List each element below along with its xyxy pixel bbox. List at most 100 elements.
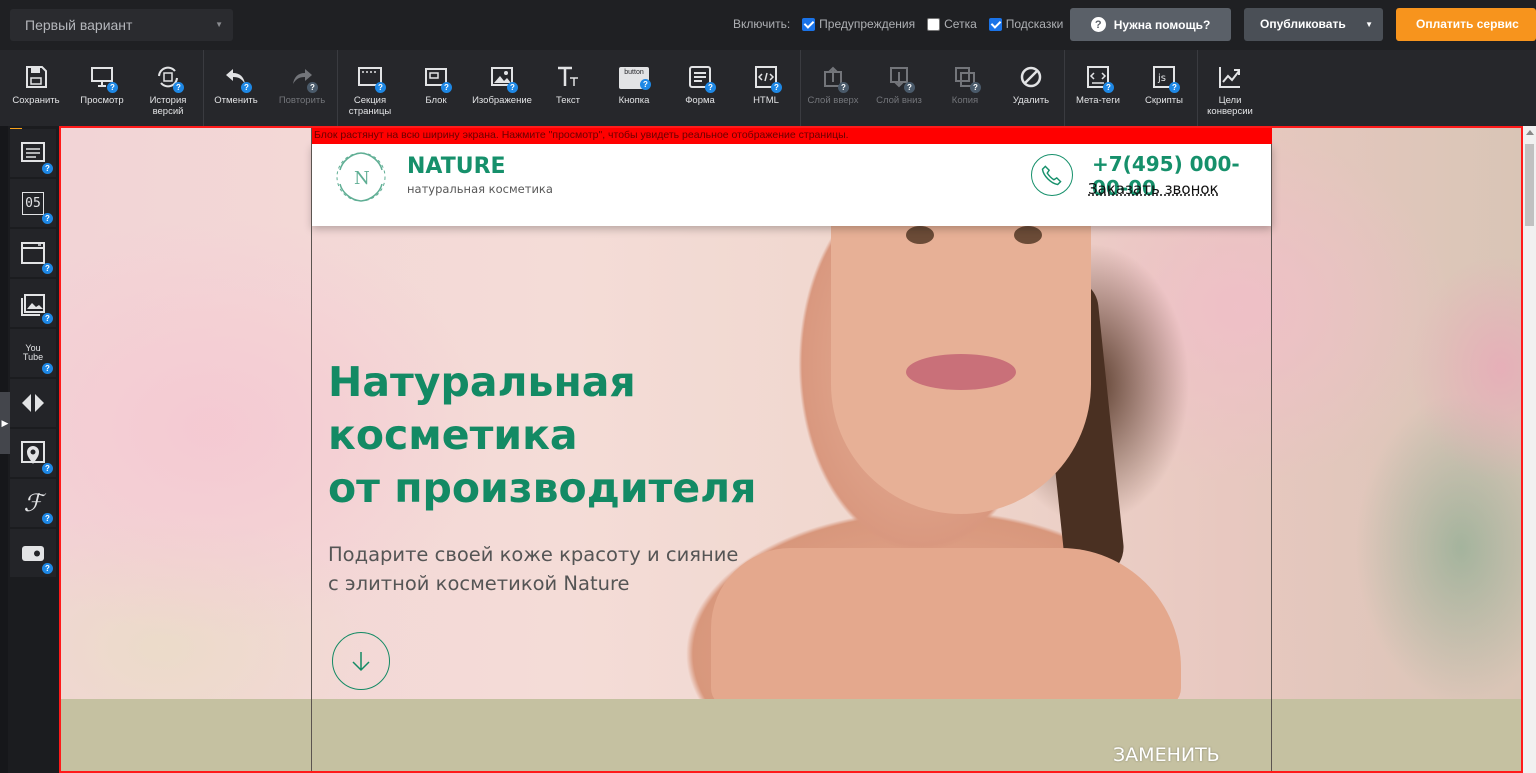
image-label: Изображение xyxy=(472,95,532,106)
help-badge: ? xyxy=(42,263,53,274)
warnings-checkbox[interactable] xyxy=(802,17,816,31)
conversion-icon xyxy=(1216,64,1244,92)
callback-link[interactable]: Заказать звонок xyxy=(1088,180,1219,198)
text-icon xyxy=(554,64,582,92)
html-button[interactable]: ? HTML xyxy=(734,64,798,124)
sidebar-item-timer[interactable]: 05 ? xyxy=(10,179,56,227)
sidebar-item-popup[interactable]: ? xyxy=(10,229,56,277)
text-button[interactable]: Текст xyxy=(536,64,600,124)
warnings-label[interactable]: Предупреждения xyxy=(819,17,915,31)
sidebar-item-video[interactable]: You Tube ? xyxy=(10,329,56,377)
widget-icon xyxy=(22,546,44,561)
meta-tags-label: Мета-теги xyxy=(1076,95,1120,106)
preview-label: Просмотр xyxy=(80,95,124,106)
pay-button[interactable]: Оплатить сервис xyxy=(1396,8,1536,41)
logo-wreath-icon: N xyxy=(336,152,386,202)
hero-subtitle[interactable]: Подарите своей коже красоту и сияние с э… xyxy=(328,540,738,598)
section-button[interactable]: ? Секция страницы xyxy=(338,64,402,124)
help-badge: ? xyxy=(42,213,53,224)
site-header[interactable]: N NATURE натуральная косметика +7(495) 0… xyxy=(312,144,1272,226)
layer-down-button[interactable]: ? Слой вниз xyxy=(867,64,931,124)
scripts-button[interactable]: js? Скрипты xyxy=(1132,64,1196,124)
help-badge: ? xyxy=(42,513,53,524)
brand-name[interactable]: NATURE xyxy=(407,154,506,179)
scripts-icon: js? xyxy=(1150,64,1180,93)
delete-button[interactable]: Удалить xyxy=(999,64,1063,124)
layer-up-button[interactable]: ? Слой вверх xyxy=(801,64,865,124)
grid-checkbox[interactable] xyxy=(927,17,941,31)
form-icon: ? xyxy=(686,64,716,93)
help-badge: ? xyxy=(42,313,53,324)
hints-label[interactable]: Подсказки xyxy=(1006,17,1064,31)
hero-photo-eye xyxy=(906,226,934,244)
preview-button[interactable]: ? Просмотр xyxy=(70,64,134,124)
hero-photo-hand xyxy=(711,548,1181,708)
hero-headline-line: косметика xyxy=(328,411,578,459)
help-button[interactable]: ? Нужна помощь? xyxy=(1070,8,1231,41)
block-button[interactable]: ? Блок xyxy=(404,64,468,124)
sidebar-item-widget[interactable]: ? xyxy=(10,529,56,577)
history-icon: ? xyxy=(154,64,184,93)
question-icon: ? xyxy=(1090,17,1106,32)
brand-tagline[interactable]: натуральная косметика xyxy=(407,182,553,196)
page-canvas[interactable]: Блок растянут на всю ширину экрана. Нажм… xyxy=(59,126,1523,773)
redo-button[interactable]: ? Повторить xyxy=(270,64,334,124)
button-label: Кнопка xyxy=(618,95,650,106)
conversion-button[interactable]: Цели конверсии xyxy=(1198,64,1262,124)
hero-photo-eye xyxy=(1014,226,1042,244)
arrow-down-icon xyxy=(352,652,370,672)
html-label: HTML xyxy=(753,95,779,106)
hero-headline[interactable]: Натуральная косметика от производителя xyxy=(328,356,756,515)
expand-sidebar-handle[interactable]: ▶ xyxy=(0,392,10,454)
hero-photo-lips xyxy=(906,354,1016,390)
top-bar: Первый вариант ▼ Включить: Предупреждени… xyxy=(0,0,1536,50)
variant-select[interactable]: Первый вариант ▼ xyxy=(10,9,233,41)
chevron-down-icon[interactable]: ▼ xyxy=(1365,8,1373,41)
next-section[interactable] xyxy=(61,699,1521,771)
sidebar-item-form-block[interactable]: ? xyxy=(10,129,56,177)
copy-button[interactable]: ? Копия xyxy=(933,64,997,124)
layer-down-icon: ? xyxy=(885,64,915,93)
canvas-scrollbar[interactable] xyxy=(1523,126,1536,773)
scroll-up-arrow[interactable] xyxy=(1526,130,1534,135)
logo-letter: N xyxy=(354,168,370,189)
text-label: Текст xyxy=(556,95,580,106)
sidebar-item-map[interactable]: ? xyxy=(10,429,56,477)
replace-button[interactable]: ЗАМЕНИТЬ xyxy=(1113,744,1220,766)
help-badge: ? xyxy=(42,363,53,374)
phone-icon[interactable] xyxy=(1031,154,1073,196)
toolbar-divider xyxy=(1064,50,1065,126)
hero-subtitle-line: с элитной косметикой Nature xyxy=(328,572,630,595)
grid-guide-left xyxy=(311,128,312,771)
toggles-group: Включить: Предупреждения Сетка Подсказки xyxy=(733,17,1063,31)
hero-headline-line: от производителя xyxy=(328,464,757,512)
sidebar-item-gallery[interactable]: ? xyxy=(10,279,56,327)
gallery-icon xyxy=(21,294,45,316)
button-tool[interactable]: button ? Кнопка xyxy=(602,64,666,124)
scrollbar-thumb[interactable] xyxy=(1525,144,1534,226)
button-icon: button ? xyxy=(619,67,651,90)
scripts-label: Скрипты xyxy=(1145,95,1183,106)
form-button[interactable]: ? Форма xyxy=(668,64,732,124)
publish-button[interactable]: Опубликовать ▼ xyxy=(1244,8,1383,41)
copy-label: Копия xyxy=(951,95,979,106)
layer-down-label: Слой вниз xyxy=(876,95,922,106)
image-button[interactable]: ? Изображение xyxy=(470,64,534,124)
undo-button[interactable]: ? Отменить xyxy=(204,64,268,124)
grid-label[interactable]: Сетка xyxy=(944,17,977,31)
scroll-down-button[interactable] xyxy=(332,632,390,690)
button-icon-text: button xyxy=(624,69,644,76)
publish-label: Опубликовать xyxy=(1260,17,1346,31)
sidebar-item-slider[interactable] xyxy=(10,379,56,427)
save-label: Сохранить xyxy=(12,95,60,106)
hints-checkbox[interactable] xyxy=(988,17,1002,31)
help-badge: ? xyxy=(42,163,53,174)
stretch-warning: Блок растянут на всю ширину экрана. Нажм… xyxy=(312,128,1272,144)
timer-icon: 05 xyxy=(22,191,44,215)
meta-tags-icon: ? xyxy=(1084,64,1114,93)
save-button[interactable]: Сохранить xyxy=(4,64,68,124)
sidebar-item-font[interactable]: ℱ ? xyxy=(10,479,56,527)
meta-tags-button[interactable]: ? Мета-теги xyxy=(1066,64,1130,124)
layer-up-label: Слой вверх xyxy=(807,95,859,106)
history-button[interactable]: ? История версий xyxy=(136,64,200,124)
